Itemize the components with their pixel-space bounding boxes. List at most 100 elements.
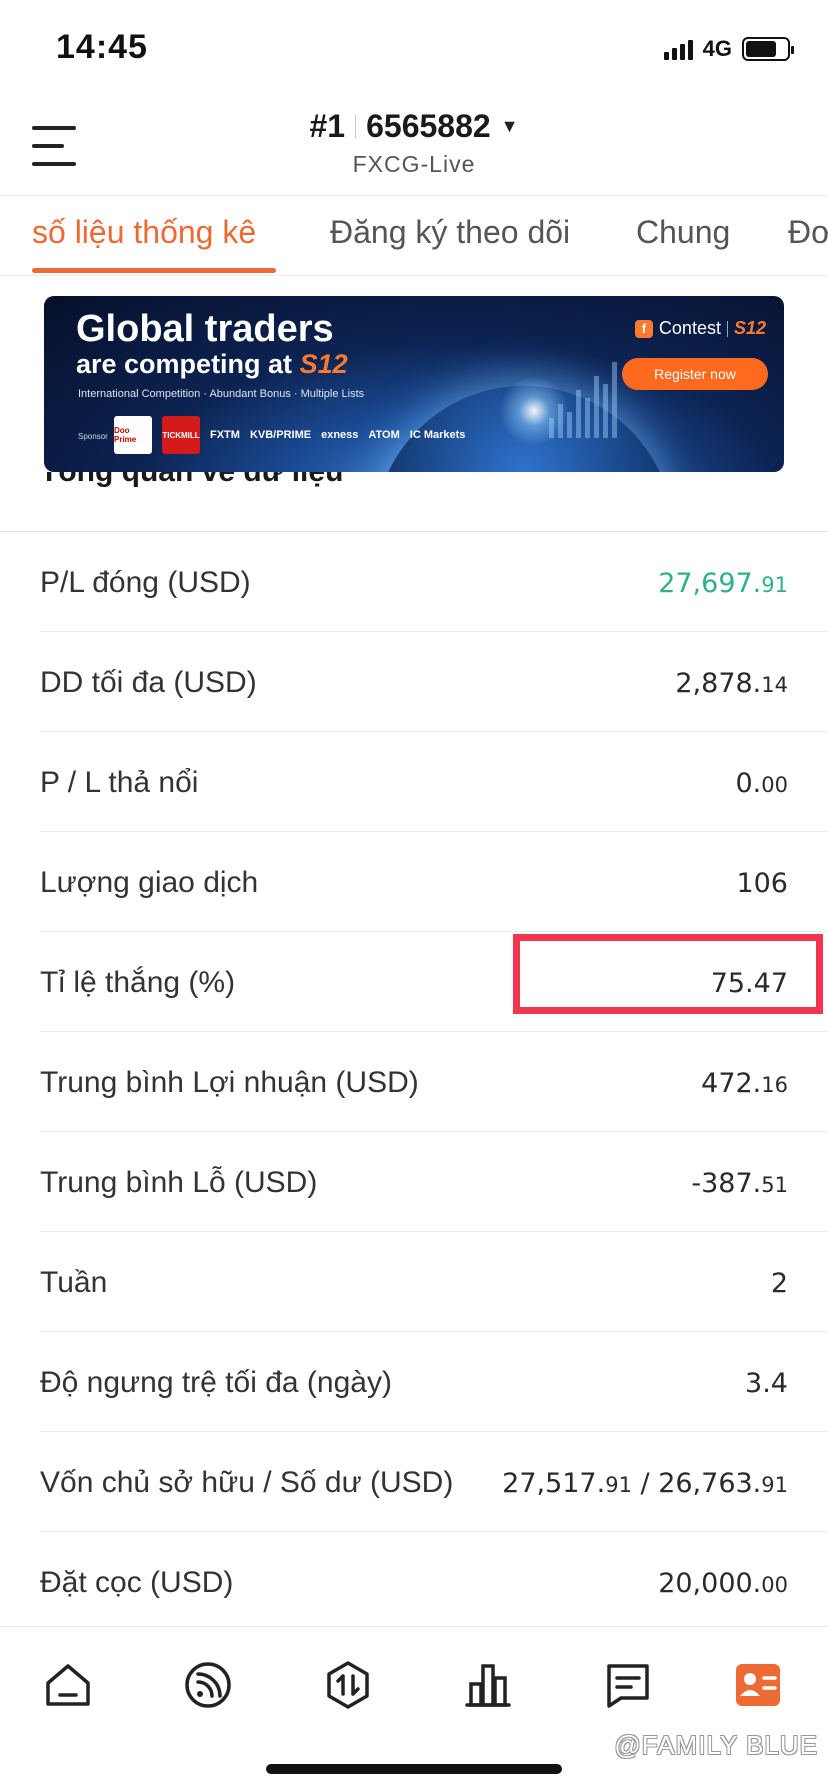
- stat-label: Lượng giao dịch: [40, 866, 259, 899]
- light-flare-graphic: [499, 376, 569, 446]
- stat-value-decimals: 91: [605, 1473, 632, 1497]
- server-name: FXCG-Live: [352, 151, 476, 177]
- stat-value-decimals: 16: [761, 1073, 788, 1097]
- stat-value: 27,517.91 / 26,763.91: [502, 1468, 788, 1499]
- stats-list: P/L đóng (USD) 27,697.91 DD tối đa (USD) 2,…: [0, 532, 828, 1632]
- stat-value-decimals: 51: [761, 1173, 788, 1197]
- home-indicator: [266, 1764, 562, 1774]
- status-time: 14:45: [56, 28, 148, 66]
- stat-row: Đặt cọc (USD) 20,000.00: [0, 1532, 828, 1632]
- stat-value-main: -387.: [691, 1168, 762, 1199]
- stat-value-main: 472.: [701, 1068, 762, 1099]
- home-icon[interactable]: [40, 1657, 96, 1713]
- stat-value-main: 106: [736, 868, 788, 899]
- contest-brand: S12: [733, 318, 766, 338]
- stat-label: Tuần: [40, 1266, 108, 1299]
- register-button[interactable]: Register now: [622, 358, 768, 390]
- stat-value-main: 0.: [735, 768, 762, 799]
- banner-title-line2: are competing at S12: [76, 350, 348, 378]
- sponsor-logo: ATOM: [368, 429, 400, 441]
- stat-label: DD tối đa (USD): [40, 666, 257, 699]
- promo-banner[interactable]: Global traders are competing at S12 Inte…: [44, 296, 784, 472]
- tab-general[interactable]: Chung: [636, 214, 730, 251]
- stat-value-secondary-decimals: 91: [761, 1473, 788, 1497]
- network-type: 4G: [702, 36, 732, 61]
- stat-row: Độ ngưng trệ tối đa (ngày) 3.4: [0, 1332, 828, 1432]
- stat-label: Vốn chủ sở hữu / Số dư (USD): [40, 1466, 454, 1499]
- stat-row: Trung bình Lỗ (USD) -387.51: [0, 1132, 828, 1232]
- tab-subscribe[interactable]: Đăng ký theo dõi: [330, 214, 570, 251]
- highlight-box: [513, 934, 823, 1014]
- sponsor-label: Sponsor: [78, 432, 108, 441]
- chart-icon[interactable]: [460, 1657, 516, 1713]
- stat-value-secondary: / 26,763.: [631, 1468, 762, 1499]
- stat-value: 106: [736, 868, 788, 899]
- stat-value-main: 27,517.: [502, 1468, 606, 1499]
- status-bar: 14:45 4G: [0, 0, 828, 100]
- stat-value-decimals: 14: [761, 673, 788, 697]
- stat-value-decimals: 00: [761, 1573, 788, 1597]
- stat-value-main: 3.4: [745, 1368, 788, 1399]
- stat-value: 20,000.00: [658, 1568, 788, 1599]
- stat-label: Trung bình Lợi nhuận (USD): [40, 1066, 419, 1099]
- stat-value-main: 20,000.: [658, 1568, 762, 1599]
- account-separator: [355, 114, 357, 139]
- banner-title-line1: Global traders: [76, 308, 334, 350]
- stat-row: Tuần 2: [0, 1232, 828, 1332]
- stat-value: -387.51: [691, 1168, 788, 1199]
- contest-divider: [726, 320, 728, 337]
- stat-label: P/L đóng (USD): [40, 566, 251, 599]
- stat-value: 3.4: [745, 1368, 788, 1399]
- sponsor-logo: Doo Prime: [114, 416, 152, 454]
- stat-value: 0.00: [736, 768, 789, 799]
- stat-row: P/L đóng (USD) 27,697.91: [0, 532, 828, 632]
- account-number: #1: [309, 108, 346, 144]
- trade-icon[interactable]: [320, 1657, 376, 1713]
- sponsor-logo: TICKMILL: [162, 416, 200, 454]
- banner-title-line2-text: are competing at: [76, 348, 300, 379]
- account-id: 6565882: [366, 108, 491, 144]
- stat-value: 2,878.14: [675, 668, 788, 699]
- stat-row: DD tối đa (USD) 2,878.14: [0, 632, 828, 732]
- sponsor-logo: exness: [321, 429, 359, 441]
- stat-value-decimals: 91: [761, 573, 788, 597]
- stat-value: 27,697.91: [658, 568, 788, 599]
- stat-value: 472.16: [701, 1068, 788, 1099]
- account-selector[interactable]: #1 6565882 ▼ FXCG-Live: [0, 108, 828, 178]
- contest-label: Contest: [658, 318, 721, 338]
- active-tab-indicator: [32, 268, 276, 273]
- banner-subtitle: International Competition · Abundant Bon…: [78, 388, 365, 400]
- signal-feed-icon[interactable]: [180, 1657, 236, 1713]
- stat-value: 2: [771, 1268, 788, 1299]
- stat-value-main: 2: [770, 1268, 788, 1299]
- profile-card-icon[interactable]: [730, 1657, 786, 1713]
- tab-orders[interactable]: Đơ: [788, 214, 828, 251]
- stat-label: P / L thả nổi: [40, 766, 199, 799]
- stat-label: Tỉ lệ thắng (%): [40, 966, 236, 999]
- sponsor-logo: FXTM: [210, 429, 240, 441]
- stat-row: Lượng giao dịch 106: [0, 832, 828, 932]
- stat-value-decimals: 00: [761, 773, 788, 797]
- banner-title: Global traders are competing at S12: [76, 308, 348, 378]
- stat-row: P / L thả nổi 0.00: [0, 732, 828, 832]
- status-indicators: 4G: [663, 36, 794, 62]
- chevron-down-icon[interactable]: ▼: [501, 116, 519, 137]
- battery-level: [746, 41, 776, 57]
- sponsor-logos: Doo Prime TICKMILL FXTM KVB/PRIME exness…: [114, 416, 465, 454]
- stat-label: Trung bình Lỗ (USD): [40, 1166, 318, 1199]
- banner-brand: S12: [299, 348, 348, 379]
- sponsor-logo: IC Markets: [409, 429, 466, 441]
- app-header: #1 6565882 ▼ FXCG-Live: [0, 100, 828, 196]
- stat-row: Trung bình Lợi nhuận (USD) 472.16: [0, 1032, 828, 1132]
- stat-value-main: 27,697.: [658, 568, 762, 599]
- message-icon[interactable]: [600, 1657, 656, 1713]
- stat-value-main: 2,878.: [675, 668, 762, 699]
- contest-logo-icon: f: [634, 319, 653, 338]
- stat-label: Độ ngưng trệ tối đa (ngày): [40, 1366, 392, 1399]
- tab-statistics[interactable]: số liệu thống kê: [32, 214, 256, 251]
- contest-badge: f Contest S12: [634, 318, 766, 339]
- section-title: Tổng quan về dữ liệu: [40, 472, 343, 489]
- stat-row: Vốn chủ sở hữu / Số dư (USD) 27,517.91 / …: [0, 1432, 828, 1532]
- cellular-signal-icon: [663, 38, 693, 60]
- battery-icon: [742, 37, 794, 61]
